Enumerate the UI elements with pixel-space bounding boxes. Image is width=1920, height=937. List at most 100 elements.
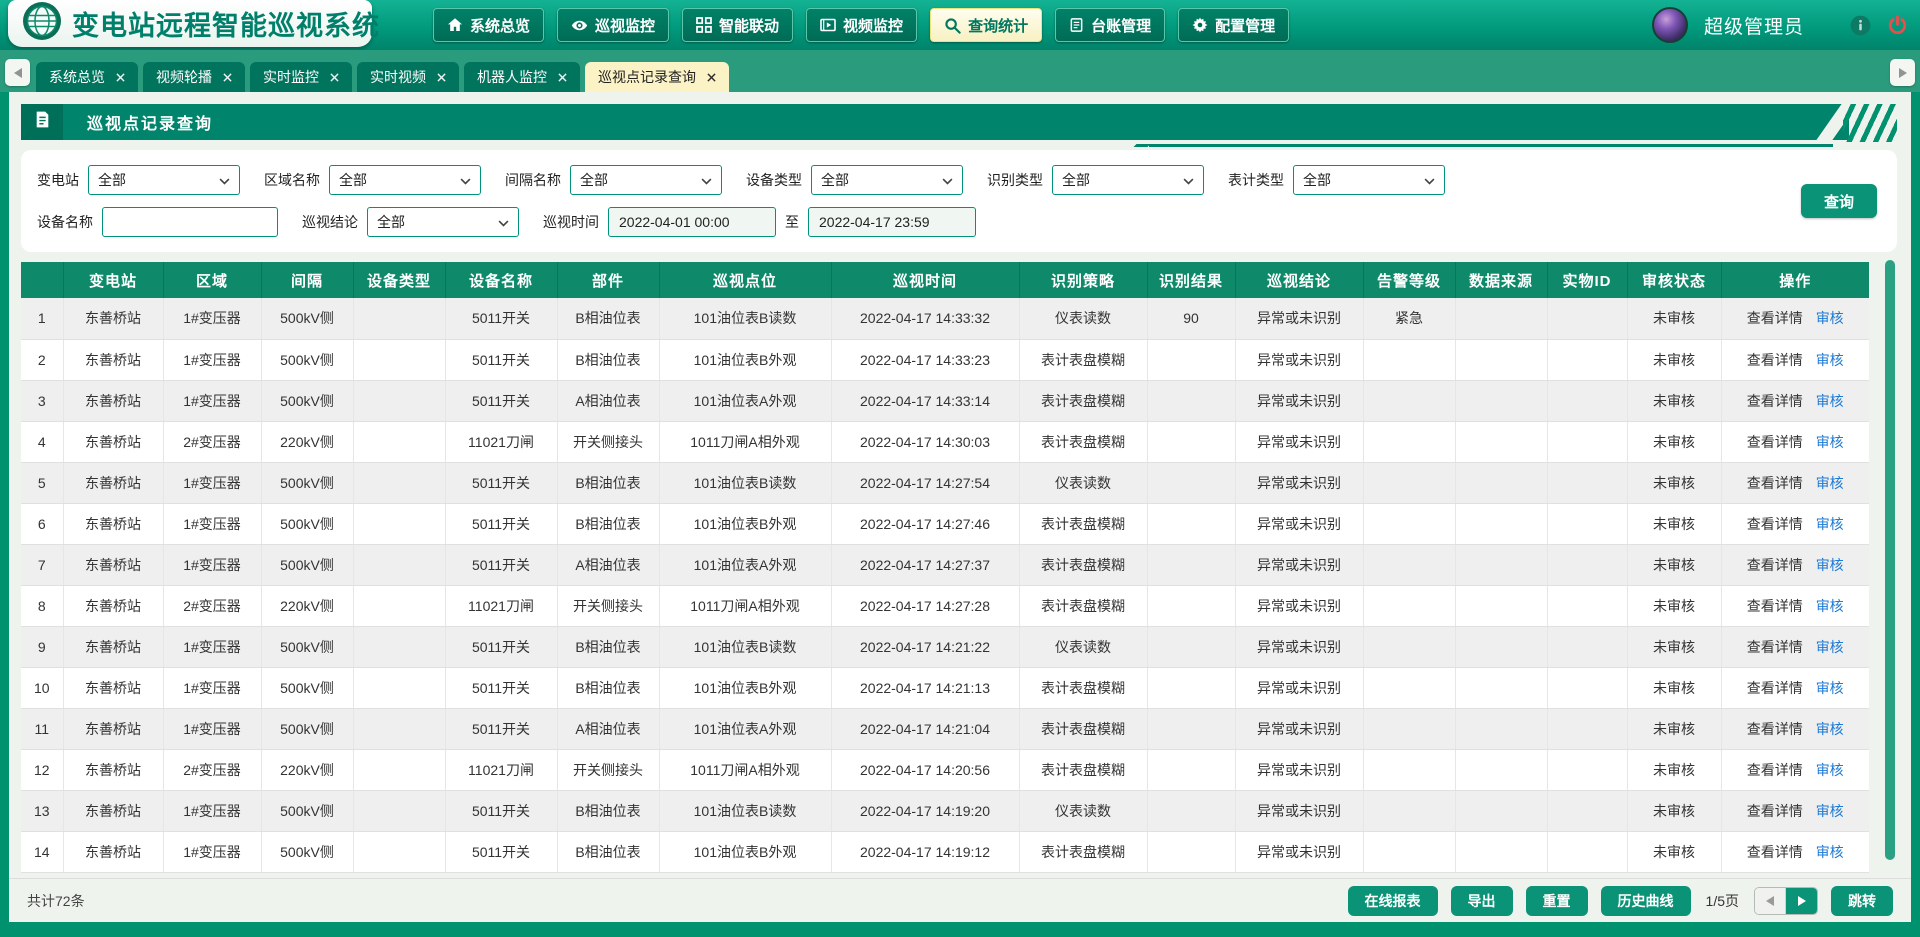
filter-select[interactable]: 全部 <box>1052 165 1204 195</box>
conclusion-select[interactable]: 全部 <box>367 207 519 237</box>
filter-select[interactable]: 全部 <box>1293 165 1445 195</box>
jump-button[interactable]: 跳转 <box>1831 886 1893 916</box>
filter-select[interactable]: 全部 <box>570 165 722 195</box>
filter-select[interactable]: 全部 <box>329 165 481 195</box>
cell-data-source <box>1455 790 1547 831</box>
next-page-icon[interactable] <box>1786 888 1817 914</box>
chevron-down-icon <box>1424 172 1435 188</box>
tab[interactable]: 机器人监控 <box>464 62 580 92</box>
cell-bay: 500kV侧 <box>261 790 353 831</box>
tab[interactable]: 实时监控 <box>250 62 352 92</box>
cell-alarm-level <box>1363 421 1455 462</box>
cell-device-name: 5011开关 <box>445 708 557 749</box>
audit-link[interactable]: 审核 <box>1816 310 1844 326</box>
cell-physical-id <box>1547 339 1627 380</box>
nav-button[interactable]: 配置管理 <box>1178 8 1289 42</box>
audit-link[interactable]: 审核 <box>1816 557 1844 573</box>
filter-select[interactable]: 全部 <box>811 165 963 195</box>
view-detail-link[interactable]: 查看详情 <box>1747 393 1803 409</box>
view-detail-link[interactable]: 查看详情 <box>1747 844 1803 860</box>
chevron-down-icon <box>701 172 712 188</box>
audit-link[interactable]: 审核 <box>1816 680 1844 696</box>
user-area: 超级管理员 <box>1652 0 1908 50</box>
cell-alarm-level <box>1363 667 1455 708</box>
audit-link[interactable]: 审核 <box>1816 352 1844 368</box>
close-icon[interactable] <box>223 73 232 82</box>
cell-device-name: 5011开关 <box>445 298 557 339</box>
close-icon[interactable] <box>707 73 716 82</box>
audit-link[interactable]: 审核 <box>1816 639 1844 655</box>
tab-scroll-right-icon[interactable] <box>1890 59 1915 86</box>
cell-strategy: 表计表盘模糊 <box>1019 503 1147 544</box>
audit-link[interactable]: 审核 <box>1816 393 1844 409</box>
nav-button[interactable]: 智能联动 <box>682 8 793 42</box>
view-detail-link[interactable]: 查看详情 <box>1747 352 1803 368</box>
audit-link[interactable]: 审核 <box>1816 762 1844 778</box>
footer-button[interactable]: 历史曲线 <box>1601 886 1691 916</box>
view-detail-link[interactable]: 查看详情 <box>1747 721 1803 737</box>
table-row: 14 东善桥站 1#变压器 500kV侧 5011开关 B相油位表 101油位表… <box>21 831 1869 872</box>
cell-device-name: 5011开关 <box>445 462 557 503</box>
search-button[interactable]: 查询 <box>1801 184 1877 218</box>
audit-link[interactable]: 审核 <box>1816 803 1844 819</box>
audit-link[interactable]: 审核 <box>1816 475 1844 491</box>
power-icon[interactable] <box>1887 15 1908 36</box>
tab[interactable]: 视频轮播 <box>143 62 245 92</box>
view-detail-link[interactable]: 查看详情 <box>1747 475 1803 491</box>
cell-audit-status: 未审核 <box>1627 462 1721 503</box>
cell-area: 2#变压器 <box>163 749 261 790</box>
nav-button[interactable]: 系统总览 <box>433 8 544 42</box>
footer-button[interactable]: 重置 <box>1526 886 1588 916</box>
tab-scroll-left-icon[interactable] <box>5 59 30 86</box>
tab[interactable]: 巡视点记录查询 <box>585 62 729 92</box>
audit-link[interactable]: 审核 <box>1816 434 1844 450</box>
cell-device-type <box>353 790 445 831</box>
nav-button[interactable]: 视频监控 <box>806 8 917 42</box>
vertical-scrollbar[interactable] <box>1885 260 1895 860</box>
link-grid-icon <box>696 17 712 33</box>
view-detail-link[interactable]: 查看详情 <box>1747 639 1803 655</box>
filter-select[interactable]: 全部 <box>88 165 240 195</box>
cell-index: 3 <box>21 380 63 421</box>
nav-button[interactable]: 查询统计 <box>930 8 1042 42</box>
close-icon[interactable] <box>116 73 125 82</box>
cell-conclusion: 异常或未识别 <box>1235 339 1363 380</box>
close-icon[interactable] <box>558 73 567 82</box>
info-icon[interactable] <box>1850 15 1871 36</box>
cell-area: 1#变压器 <box>163 339 261 380</box>
audit-link[interactable]: 审核 <box>1816 516 1844 532</box>
view-detail-link[interactable]: 查看详情 <box>1747 516 1803 532</box>
cell-conclusion: 异常或未识别 <box>1235 298 1363 339</box>
view-detail-link[interactable]: 查看详情 <box>1747 803 1803 819</box>
nav-button[interactable]: 台账管理 <box>1055 8 1165 42</box>
view-detail-link[interactable]: 查看详情 <box>1747 762 1803 778</box>
audit-link[interactable]: 审核 <box>1816 721 1844 737</box>
audit-link[interactable]: 审核 <box>1816 844 1844 860</box>
view-detail-link[interactable]: 查看详情 <box>1747 598 1803 614</box>
time-from-input[interactable]: 2022-04-01 00:00 <box>608 207 776 237</box>
close-icon[interactable] <box>330 73 339 82</box>
footer-button[interactable]: 导出 <box>1451 886 1513 916</box>
cell-result <box>1147 831 1235 872</box>
view-detail-link[interactable]: 查看详情 <box>1747 434 1803 450</box>
avatar[interactable] <box>1652 7 1688 43</box>
prev-page-icon[interactable] <box>1755 888 1786 914</box>
view-detail-link[interactable]: 查看详情 <box>1747 557 1803 573</box>
view-detail-link[interactable]: 查看详情 <box>1747 310 1803 326</box>
close-icon[interactable] <box>437 73 446 82</box>
tab[interactable]: 实时视频 <box>357 62 459 92</box>
tab-label: 实时监控 <box>263 67 319 87</box>
footer-button[interactable]: 在线报表 <box>1348 886 1438 916</box>
time-to-input[interactable]: 2022-04-17 23:59 <box>808 207 976 237</box>
nav-button[interactable]: 巡视监控 <box>557 8 669 42</box>
tab[interactable]: 系统总览 <box>36 62 138 92</box>
cell-bay: 500kV侧 <box>261 503 353 544</box>
view-detail-link[interactable]: 查看详情 <box>1747 680 1803 696</box>
device-name-input[interactable] <box>102 207 278 237</box>
cell-index: 1 <box>21 298 63 339</box>
audit-link[interactable]: 审核 <box>1816 598 1844 614</box>
cell-physical-id <box>1547 380 1627 421</box>
cell-actions: 查看详情 审核 <box>1721 585 1869 626</box>
tab-label: 实时视频 <box>370 67 426 87</box>
cell-device-name: 5011开关 <box>445 790 557 831</box>
